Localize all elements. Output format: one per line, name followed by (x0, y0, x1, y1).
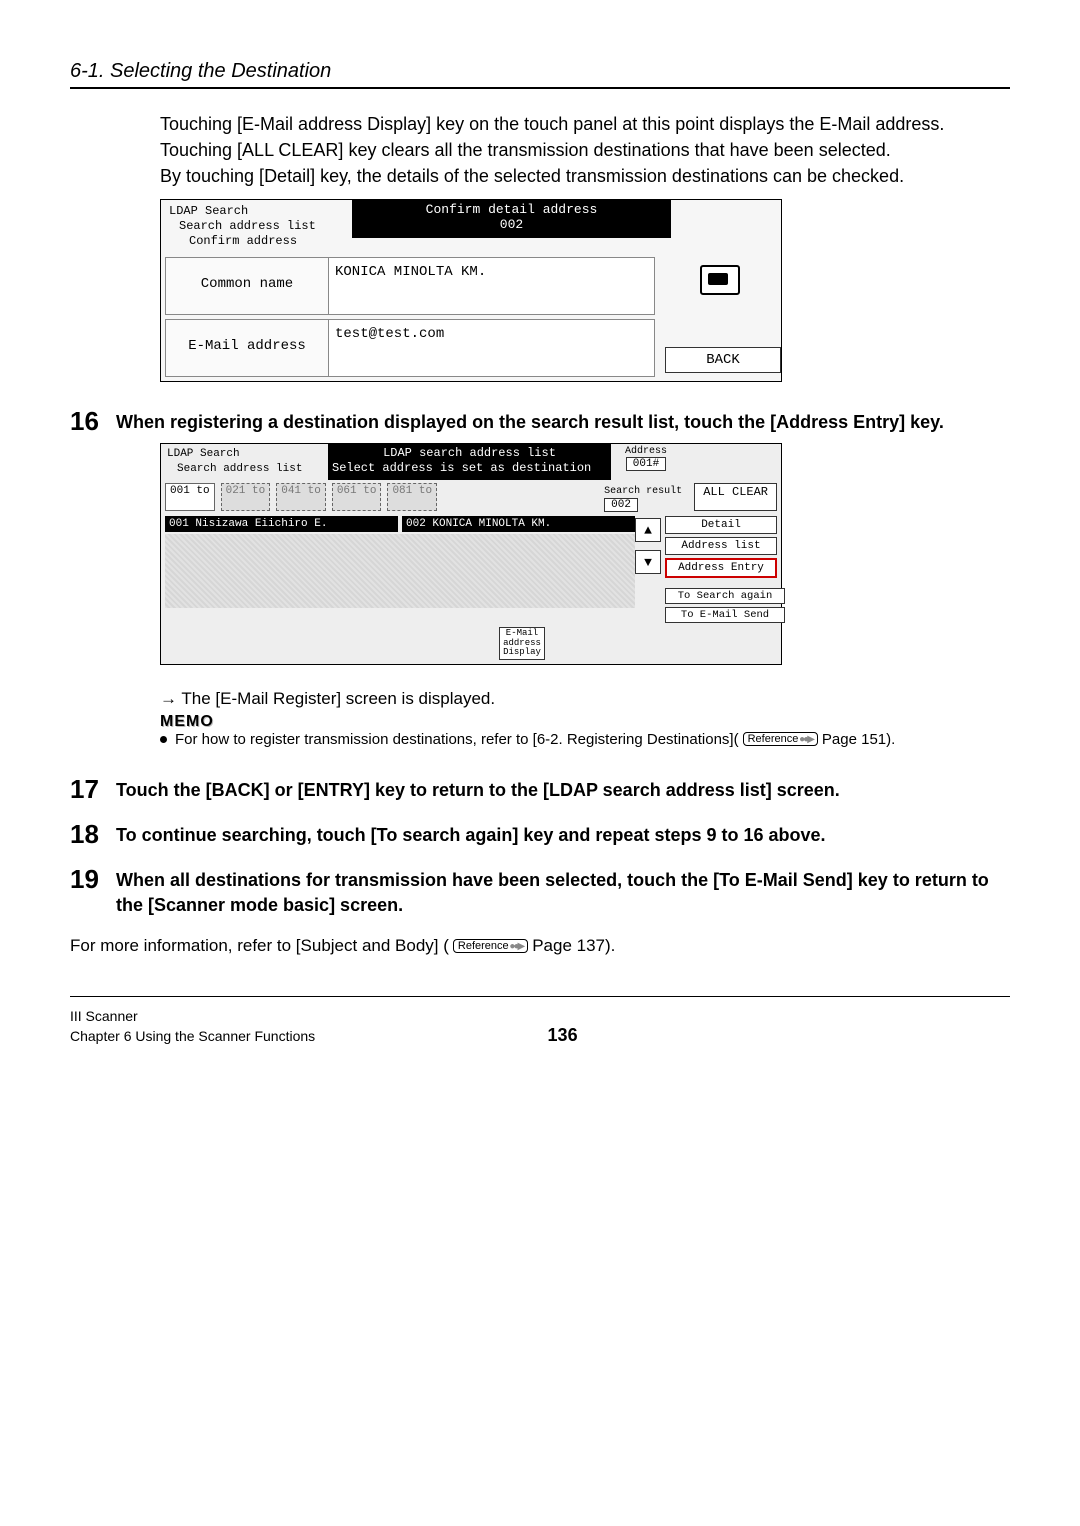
step-18-number: 18 (70, 819, 116, 850)
panel2-bottom: E-Mail address Display (161, 627, 781, 663)
result-list: 001 Nisizawa Eiichiro E. 002 KONICA MINO… (165, 516, 635, 623)
page-btn-041[interactable]: 041 to (276, 483, 326, 511)
panel1-right: BACK (659, 253, 781, 381)
page-btn-081[interactable]: 081 to (387, 483, 437, 511)
intro-block: Touching [E-Mail address Display] key on… (160, 111, 1010, 189)
address-tag: Address 001# (611, 444, 681, 471)
panel2-header: LDAP Search Search address list LDAP sea… (161, 444, 781, 480)
bc-line-1: LDAP Search (169, 204, 344, 219)
final-reference-line: For more information, refer to [Subject … (70, 936, 1010, 956)
page-btn-021[interactable]: 021 to (221, 483, 271, 511)
footer-l2: Chapter 6 Using the Scanner Functions (70, 1027, 315, 1047)
panel1-breadcrumb: LDAP Search Search address list Confirm … (161, 200, 352, 253)
result-001[interactable]: 001 Nisizawa Eiichiro E. (165, 516, 398, 532)
intro-line-3: By touching [Detail] key, the details of… (160, 166, 904, 186)
search-result-block: Search result 002 (604, 483, 682, 511)
final-b: Page 137). (532, 936, 615, 956)
confirm-detail-panel-wrap: LDAP Search Search address list Confirm … (160, 199, 1010, 382)
memo-text-a: For how to register transmission destina… (175, 731, 739, 748)
footer-left: III Scanner Chapter 6 Using the Scanner … (70, 1007, 315, 1046)
panel1-header: LDAP Search Search address list Confirm … (161, 200, 781, 253)
reference-badge: Reference (743, 732, 818, 746)
step-16-text: When registering a destination displayed… (116, 406, 944, 435)
intro-line-1: Touching [E-Mail address Display] key on… (160, 114, 944, 134)
step-16-number: 16 (70, 406, 116, 437)
step-16: 16 When registering a destination displa… (70, 406, 1010, 437)
search-result-label: Search result (604, 486, 682, 497)
scroll-down-icon[interactable]: ▼ (635, 550, 661, 574)
step-17-text: Touch the [BACK] or [ENTRY] key to retur… (116, 774, 840, 803)
bc-line-2: Search address list (169, 219, 344, 234)
step-19-number: 19 (70, 864, 116, 895)
panel1-title-2: 002 (352, 217, 671, 232)
panel1-left: Common name KONICA MINOLTA KM. E-Mail ad… (161, 253, 659, 381)
common-name-row: Common name KONICA MINOLTA KM. (165, 257, 655, 315)
back-button[interactable]: BACK (665, 347, 781, 373)
confirm-detail-panel: LDAP Search Search address list Confirm … (160, 199, 782, 382)
detail-button[interactable]: Detail (665, 516, 777, 534)
side-buttons: Detail Address list Address Entry To Sea… (665, 516, 777, 623)
footer-rule (70, 996, 1010, 997)
scroll-up-icon[interactable]: ▲ (635, 518, 661, 542)
common-name-label: Common name (166, 258, 329, 314)
email-label: E-Mail address (166, 320, 329, 376)
panel2-title-1: LDAP search address list (332, 446, 607, 461)
panel1-title: Confirm detail address 002 (352, 200, 671, 238)
page-root: 6-1. Selecting the Destination Touching … (0, 0, 1080, 1086)
page-footer: III Scanner Chapter 6 Using the Scanner … (70, 1007, 1010, 1046)
panel2-title-2: Select address is set as destination (332, 461, 607, 476)
page-btn-001[interactable]: 001 to (165, 483, 215, 511)
search-result-value: 002 (604, 498, 638, 512)
section-title: 6-1. Selecting the Destination (70, 60, 1010, 83)
bc-line-3: Confirm address (169, 234, 344, 249)
footer-l1: III Scanner (70, 1007, 315, 1027)
page-btn-061[interactable]: 061 to (332, 483, 382, 511)
bullet-icon (160, 736, 167, 743)
p2-bc-1: LDAP Search (167, 447, 322, 461)
address-tag-value: 001# (626, 457, 666, 471)
step-18: 18 To continue searching, touch [To sear… (70, 819, 1010, 850)
step-19-text: When all destinations for transmission h… (116, 864, 1010, 918)
step-17: 17 Touch the [BACK] or [ENTRY] key to re… (70, 774, 1010, 805)
result-002[interactable]: 002 KONICA MINOLTA KM. (402, 516, 635, 532)
step-19: 19 When all destinations for transmissio… (70, 864, 1010, 918)
panel2-main: 001 Nisizawa Eiichiro E. 002 KONICA MINO… (161, 514, 781, 627)
header-rule (70, 87, 1010, 89)
address-list-button[interactable]: Address list (665, 537, 777, 555)
panel2-pages-row: 001 to 021 to 041 to 061 to 081 to Searc… (161, 480, 781, 514)
final-a: For more information, refer to [Subject … (70, 936, 449, 956)
all-clear-button[interactable]: ALL CLEAR (694, 483, 777, 511)
email-address-display-button[interactable]: E-Mail address Display (499, 627, 545, 659)
memo-text-b: Page 151). (822, 731, 895, 748)
footer-page-number: 136 (548, 1025, 578, 1046)
common-name-value: KONICA MINOLTA KM. (329, 258, 654, 314)
address-entry-button[interactable]: Address Entry (665, 558, 777, 578)
to-email-send-button[interactable]: To E-Mail Send (665, 607, 785, 623)
p2-bc-2: Search address list (167, 462, 322, 476)
monitor-icon (700, 265, 740, 295)
step-17-number: 17 (70, 774, 116, 805)
result-row: 001 Nisizawa Eiichiro E. 002 KONICA MINO… (165, 516, 635, 532)
ldap-list-panel: LDAP Search Search address list LDAP sea… (160, 443, 782, 664)
email-row: E-Mail address test@test.com (165, 319, 655, 377)
address-tag-label: Address (611, 446, 681, 457)
step-18-text: To continue searching, touch [To search … (116, 819, 826, 848)
memo-line: For how to register transmission destina… (160, 731, 1010, 748)
panel2-title: LDAP search address list Select address … (328, 444, 611, 480)
to-search-again-button[interactable]: To Search again (665, 588, 785, 604)
intro-line-2: Touching [ALL CLEAR] key clears all the … (160, 140, 891, 160)
scroll-arrows: ▲ ▼ (635, 516, 665, 623)
step16-result-note: → The [E-Mail Register] screen is displa… (160, 689, 1010, 709)
reference-badge-2: Reference (453, 939, 528, 953)
result-list-filler (165, 534, 635, 608)
ldap-list-panel-wrap: LDAP Search Search address list LDAP sea… (160, 443, 1010, 664)
panel1-title-1: Confirm detail address (352, 202, 671, 217)
panel2-breadcrumb: LDAP Search Search address list (161, 444, 328, 479)
panel1-body: Common name KONICA MINOLTA KM. E-Mail ad… (161, 253, 781, 381)
memo-heading: MEMO (160, 713, 1010, 731)
email-value: test@test.com (329, 320, 654, 376)
